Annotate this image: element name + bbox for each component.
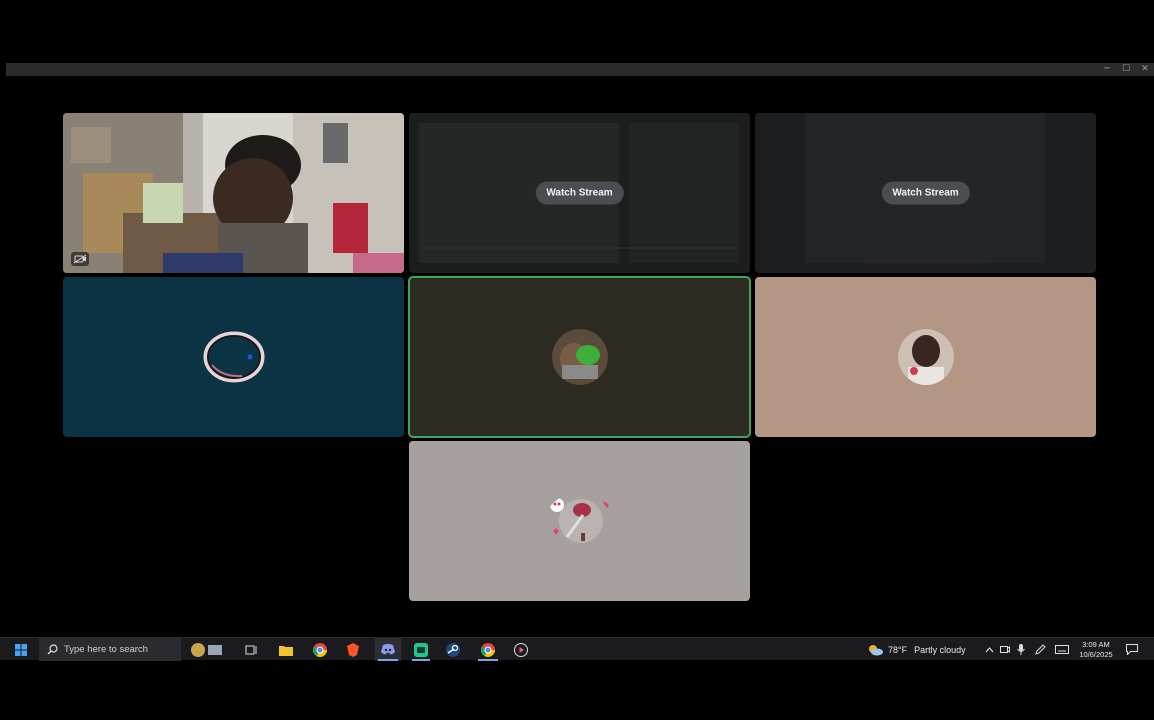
- window-titlebar: ─ ☐ ✕: [6, 63, 1154, 76]
- participant-avatar: [545, 493, 615, 549]
- media-player-icon[interactable]: [509, 638, 533, 661]
- participant-avatar: [202, 329, 266, 385]
- video-tile-stream[interactable]: Watch Stream: [409, 113, 750, 273]
- windows-start-icon[interactable]: [8, 638, 34, 661]
- weather-temp: 78°F: [888, 644, 908, 655]
- participant-tile[interactable]: [755, 277, 1096, 437]
- clock[interactable]: 3:09 AM 10/6/2025: [1074, 638, 1118, 661]
- maximize-icon[interactable]: ☐: [1116, 63, 1136, 76]
- chevron-up-icon[interactable]: [982, 638, 996, 661]
- task-view-icon[interactable]: [240, 638, 262, 661]
- participant-tile[interactable]: [63, 277, 404, 437]
- discord-icon[interactable]: [375, 638, 401, 661]
- watch-stream-button[interactable]: Watch Stream: [535, 181, 624, 205]
- notification-icon[interactable]: [1122, 638, 1142, 661]
- brave-icon[interactable]: [341, 638, 365, 661]
- microphone-icon[interactable]: [1014, 638, 1028, 661]
- keyboard-icon[interactable]: [1052, 638, 1072, 661]
- pen-icon[interactable]: [1032, 638, 1048, 661]
- participant-avatar: [551, 329, 608, 385]
- participant-avatar: [897, 329, 954, 385]
- meet-now-icon[interactable]: [998, 638, 1012, 661]
- call-grid: Watch Stream Watch Stream: [0, 76, 1154, 636]
- chrome-icon[interactable]: [308, 638, 332, 661]
- watch-stream-button[interactable]: Watch Stream: [881, 181, 970, 205]
- clock-date: 10/6/2025: [1079, 649, 1113, 659]
- taskbar: Type here to search 78°F Partly cloudy 3…: [0, 637, 1154, 661]
- video-tile-stream[interactable]: Watch Stream: [755, 113, 1096, 273]
- minimize-icon[interactable]: ─: [1097, 63, 1117, 76]
- participant-tile-speaking[interactable]: [408, 276, 751, 438]
- camera-off-icon[interactable]: [71, 252, 89, 266]
- weather-condition: Partly cloudy: [914, 644, 966, 655]
- weather-widget[interactable]: 78°F Partly cloudy: [888, 638, 972, 661]
- green-app-icon[interactable]: [409, 638, 433, 661]
- search-input[interactable]: Type here to search: [39, 638, 181, 661]
- search-widget-icon[interactable]: [183, 638, 229, 661]
- camera-feed-image: [63, 113, 404, 273]
- steam-icon[interactable]: [441, 638, 465, 661]
- search-placeholder: Type here to search: [64, 644, 148, 655]
- close-icon[interactable]: ✕: [1135, 63, 1154, 76]
- video-tile-camera[interactable]: [63, 113, 404, 273]
- chrome-profile-icon[interactable]: [475, 638, 501, 661]
- file-explorer-icon[interactable]: [274, 638, 298, 661]
- clock-time: 3:09 AM: [1082, 639, 1110, 649]
- participant-tile[interactable]: [409, 441, 750, 601]
- weather-icon[interactable]: [864, 638, 886, 661]
- search-icon: [47, 644, 58, 655]
